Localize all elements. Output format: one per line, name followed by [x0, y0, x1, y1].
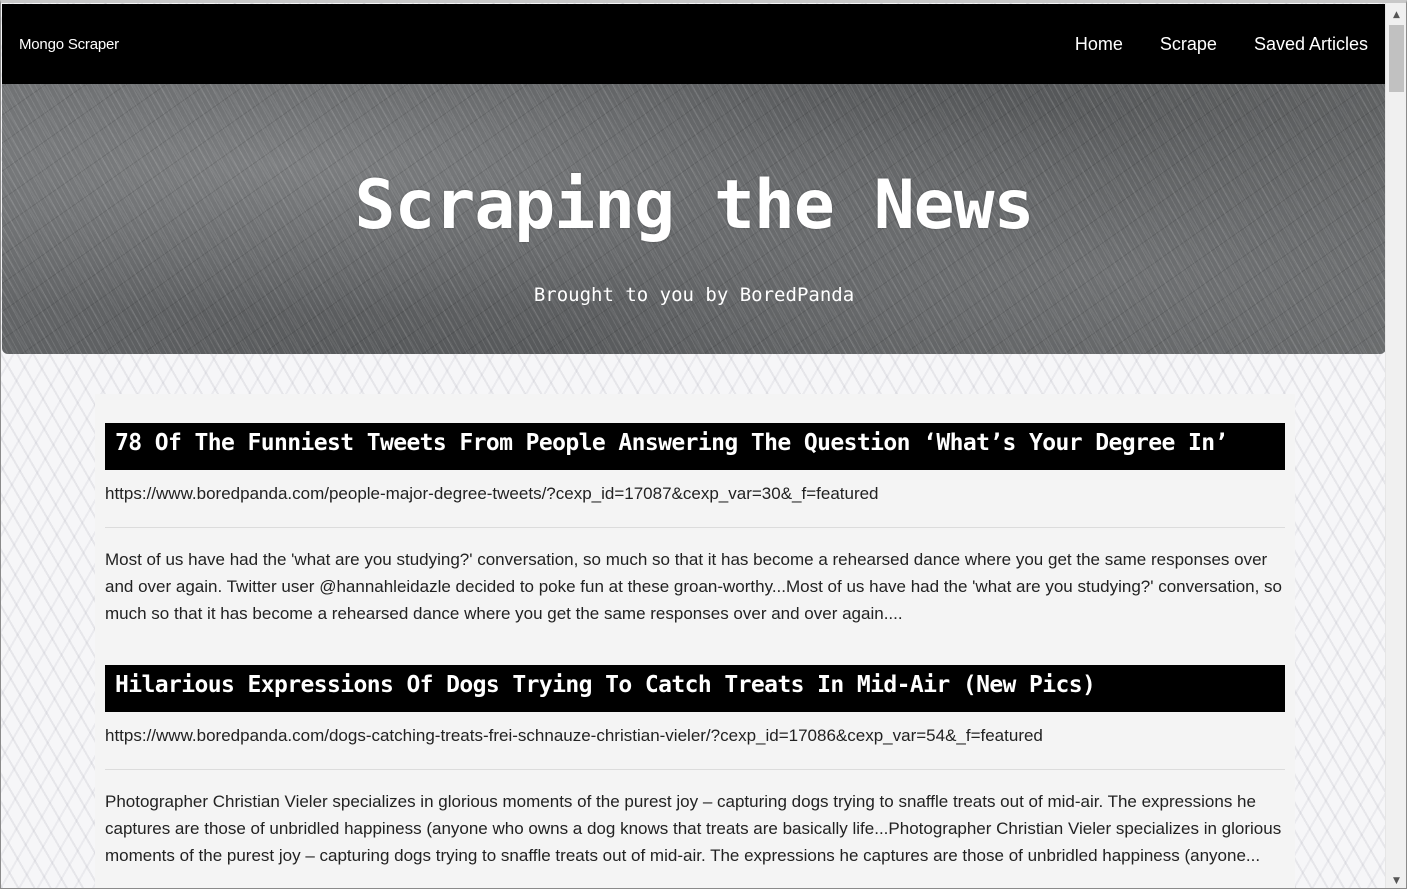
browser-viewport: Mongo Scraper Home Scrape Saved Articles… [0, 0, 1407, 889]
scroll-up-icon[interactable]: ▲ [1386, 6, 1406, 23]
brand-link[interactable]: Mongo Scraper [19, 36, 119, 53]
nav-links: Home Scrape Saved Articles [1075, 34, 1368, 55]
article-card: Hilarious Expressions Of Dogs Trying To … [105, 665, 1285, 869]
article-summary: Most of us have had the 'what are you st… [105, 550, 1283, 623]
article-summary: Photographer Christian Vieler specialize… [105, 792, 1282, 865]
scroll-down-icon[interactable]: ▼ [1386, 872, 1406, 888]
article-url[interactable]: https://www.boredpanda.com/dogs-catching… [105, 712, 1285, 770]
top-navbar: Mongo Scraper Home Scrape Saved Articles [2, 4, 1386, 84]
nav-home-link[interactable]: Home [1075, 34, 1123, 55]
hero-subtitle: Brought to you by BoredPanda [533, 284, 855, 306]
nav-scrape-link[interactable]: Scrape [1160, 34, 1217, 55]
article-title[interactable]: 78 Of The Funniest Tweets From People An… [105, 423, 1285, 470]
article-url[interactable]: https://www.boredpanda.com/people-major-… [105, 470, 1285, 528]
nav-saved-articles-link[interactable]: Saved Articles [1254, 34, 1368, 55]
vertical-scrollbar[interactable]: ▲ ▼ [1385, 3, 1406, 888]
articles-container: 78 Of The Funniest Tweets From People An… [95, 394, 1295, 888]
hero-jumbotron: Scraping the News Brought to you by Bore… [2, 84, 1386, 354]
scrollbar-thumb[interactable] [1389, 25, 1404, 92]
article-card: 78 Of The Funniest Tweets From People An… [105, 423, 1285, 627]
article-title[interactable]: Hilarious Expressions Of Dogs Trying To … [105, 665, 1285, 712]
hero-title: Scraping the News [354, 166, 1035, 245]
